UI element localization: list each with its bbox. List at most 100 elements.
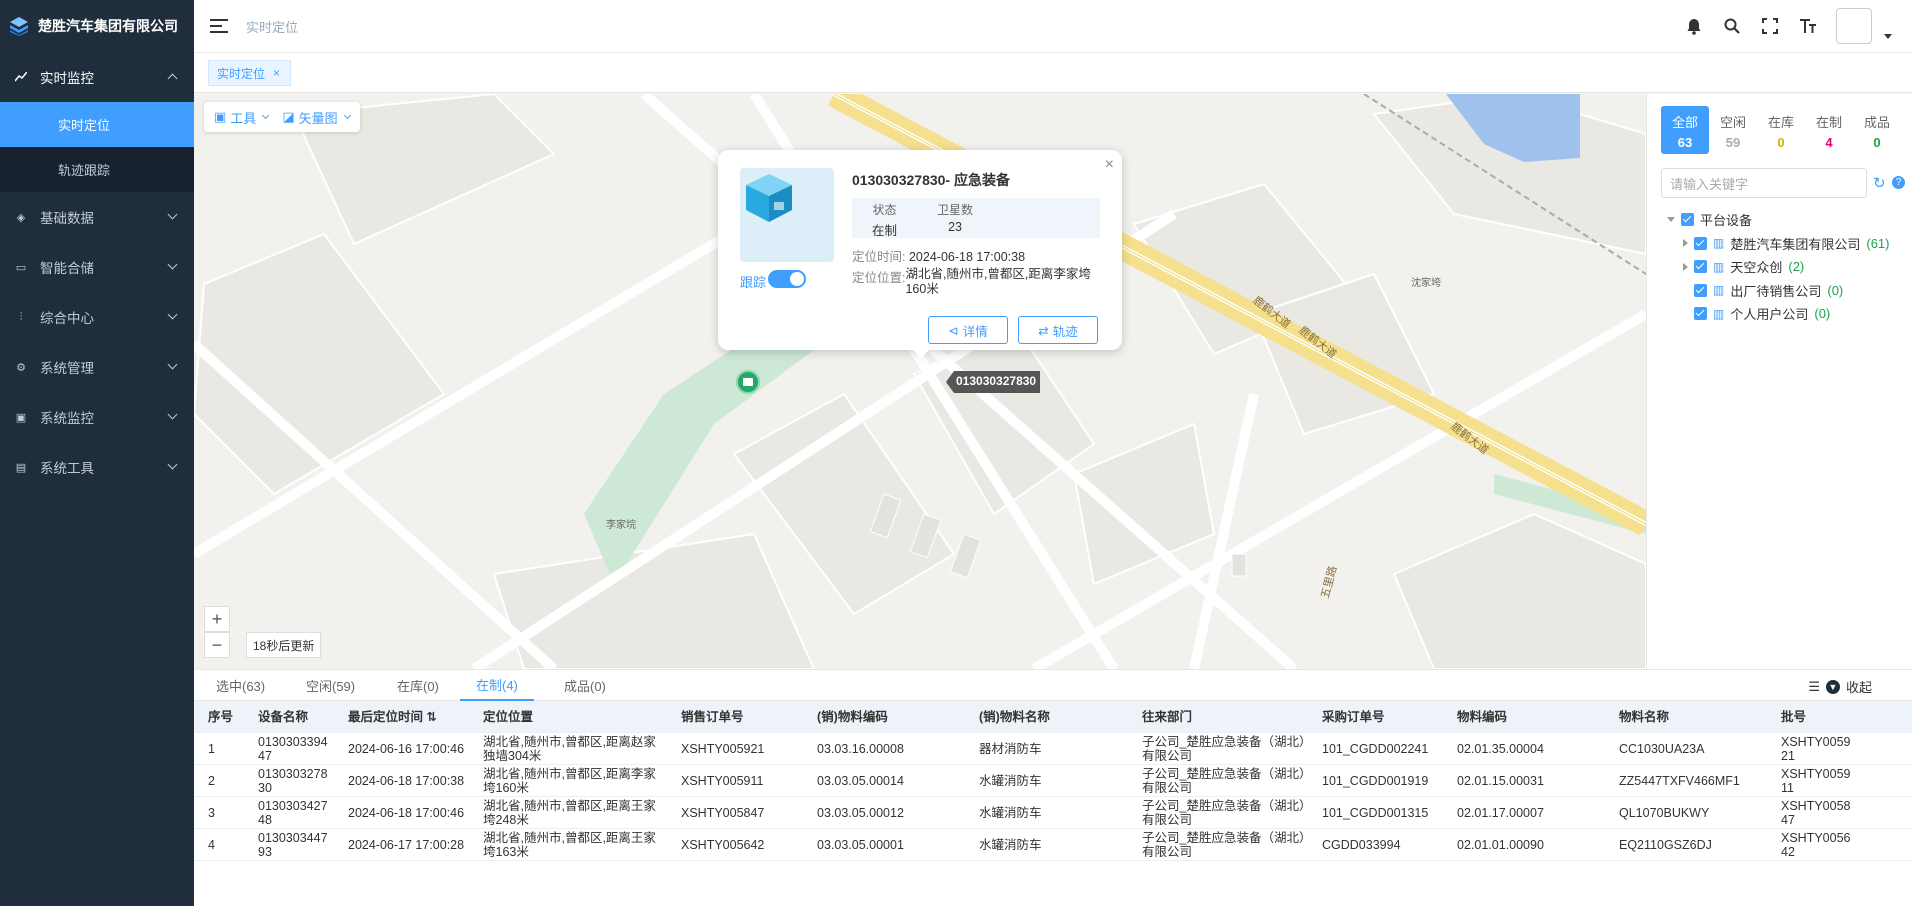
breadcrumb[interactable]: 实时定位	[246, 17, 298, 36]
close-icon[interactable]: ×	[273, 66, 280, 80]
tree-count: (0)	[1814, 306, 1831, 322]
track-button[interactable]: ⇄ 轨迹	[1018, 316, 1098, 344]
sidebar-subitem-track[interactable]: 轨迹跟踪	[0, 147, 194, 192]
cell-location: 湖北省,随州市,曾都区,距离赵家独墙304米	[483, 734, 656, 763]
table-row[interactable]: 2 013030327830 2024-06-18 17:00:38 湖北省,随…	[194, 765, 1912, 797]
chevron-down-icon	[167, 459, 178, 470]
satellite-value: 23	[948, 220, 962, 234]
sidebar-item-label: 系统管理	[40, 361, 94, 376]
tree-count: (61)	[1866, 235, 1890, 251]
sidebar-item-center[interactable]: ⫶ 综合中心	[0, 292, 194, 342]
table-row[interactable]: 3 013030342748 2024-06-18 17:00:46 湖北省,随…	[194, 797, 1912, 829]
expand-icon[interactable]	[1683, 262, 1688, 271]
sidebar-subitem-realtime-location[interactable]: 实时定位	[0, 102, 194, 147]
track-label: 轨迹	[1052, 324, 1078, 339]
detail-label: 详情	[962, 324, 988, 339]
cell-device: 013030327830	[258, 766, 328, 795]
zoom-out-button[interactable]: −	[204, 632, 230, 658]
tab-in-stock[interactable]: 在库(0)	[397, 670, 439, 701]
map-area[interactable]: 沈家垮 李家垸 鹿鹤大道 鹿鹤大道 鹿鹤大道 五里路 ▣ 工具 ◪ 矢量图 × …	[194, 94, 1646, 669]
cell-sales-material-code: 03.03.05.00001	[817, 837, 904, 852]
checkbox[interactable]	[1694, 307, 1707, 321]
fullscreen-icon[interactable]	[1760, 16, 1780, 36]
table-row[interactable]: 1 013030339447 2024-06-16 17:00:46 湖北省,随…	[194, 733, 1912, 765]
col-header: 物料名称	[1619, 709, 1670, 724]
tag-label: 实时定位	[217, 66, 266, 81]
checkbox[interactable]	[1694, 260, 1707, 274]
tab-realtime-location[interactable]: 实时定位 ×	[208, 60, 292, 86]
status-tab-all[interactable]: 全部 63	[1661, 106, 1709, 154]
brand[interactable]: 楚胜汽车集团有限公司	[0, 0, 194, 52]
help-icon[interactable]: ?	[1892, 176, 1905, 189]
status-tab-count: 0	[1777, 135, 1785, 150]
status-key: 状态	[872, 203, 897, 217]
cell-sales-material-code: 03.03.05.00014	[817, 773, 904, 788]
sidebar-item-basic-data[interactable]: ◈ 基础数据	[0, 192, 194, 242]
sidebar-item-label: 系统工具	[40, 461, 94, 476]
cell-sales-material-name: 水罐消防车	[979, 773, 1042, 788]
tab-finished[interactable]: 成品(0)	[564, 670, 606, 701]
checkbox[interactable]	[1681, 213, 1694, 227]
status-tab-finished[interactable]: 成品 0	[1853, 106, 1901, 154]
tree-label: 个人用户公司	[1730, 307, 1809, 323]
bell-icon[interactable]	[1684, 16, 1704, 36]
search-icon[interactable]	[1722, 16, 1742, 36]
cell-sales-order: XSHTY005642	[681, 837, 765, 852]
keyword-search-input[interactable]: 请输入关键字	[1661, 168, 1867, 198]
tree-node[interactable]: ▥ 个人用户公司 (0)	[1661, 302, 1889, 326]
col-header[interactable]: 最后定位时间 ⇅	[334, 710, 469, 724]
cell-purchase-order: 101_CGDD001315	[1322, 805, 1429, 820]
font-size-icon[interactable]	[1798, 16, 1818, 36]
tab-wip[interactable]: 在制(4)	[460, 670, 534, 701]
sidebar-item-system-tools[interactable]: ▤ 系统工具	[0, 442, 194, 492]
avatar[interactable]	[1836, 8, 1872, 44]
status-tab-label: 空闲	[1719, 115, 1746, 130]
tree-label: 平台设备	[1700, 213, 1753, 229]
table-row[interactable]: 4 013030344793 2024-06-17 17:00:28 湖北省,随…	[194, 829, 1912, 861]
satellite-stat: 卫星数 23	[937, 198, 973, 238]
cell-batch: XSHTY005642	[1781, 830, 1851, 859]
close-icon[interactable]: ×	[1105, 156, 1114, 174]
menu-toggle-icon[interactable]	[210, 19, 228, 33]
sidebar-item-realtime-monitor[interactable]: 实时监控	[0, 52, 194, 102]
status-tab-in-stock[interactable]: 在库 0	[1757, 106, 1805, 154]
checkbox[interactable]	[1694, 236, 1707, 250]
time-key: 定位时间:	[852, 250, 906, 264]
tools-dropdown[interactable]: ▣ 工具	[214, 108, 270, 127]
zoom-in-button[interactable]: +	[204, 606, 230, 632]
sidebar-item-system-manage[interactable]: ⚙ 系统管理	[0, 342, 194, 392]
chevron-down-icon: ▼	[1825, 679, 1840, 694]
cell-sales-order: XSHTY005911	[681, 773, 764, 788]
chevron-down-icon	[167, 359, 178, 370]
tree-node[interactable]: ▥ 楚胜汽车集团有限公司 (61)	[1661, 232, 1889, 256]
tree-node[interactable]: ▥ 天空众创 (2)	[1661, 255, 1889, 279]
tab-idle[interactable]: 空闲(59)	[306, 670, 355, 701]
sort-icon[interactable]: ⇅	[427, 710, 437, 724]
location-time: 定位时间: 2024-06-18 17:00:38	[852, 246, 1025, 265]
checkbox[interactable]	[1694, 283, 1707, 297]
status-tab-wip[interactable]: 在制 4	[1805, 106, 1853, 154]
sidebar-item-system-monitor[interactable]: ▣ 系统监控	[0, 392, 194, 442]
status-tab-idle[interactable]: 空闲 59	[1709, 106, 1757, 154]
cell-department: 子公司_楚胜应急装备（湖北）有限公司	[1142, 830, 1306, 859]
sidebar-item-smart-storage[interactable]: ▭ 智能合储	[0, 242, 194, 292]
follow-toggle[interactable]	[768, 270, 806, 288]
layer-dropdown[interactable]: ◪ 矢量图	[282, 108, 351, 127]
tab-selected[interactable]: 选中(63)	[216, 670, 265, 701]
device-marker-icon[interactable]	[736, 370, 760, 394]
refresh-icon[interactable]: ↻	[1873, 174, 1886, 192]
location-address: 定位位置: 湖北省,随州市,曾都区,距离李家垮160米	[852, 267, 1102, 297]
detail-button[interactable]: ⊲ 详情	[928, 316, 1008, 344]
cell-index: 1	[208, 741, 215, 756]
address-key: 定位位置:	[852, 271, 906, 285]
tree-node[interactable]: ▥ 出厂待销售公司 (0)	[1661, 279, 1889, 303]
collapse-button[interactable]: ☰ ▼ 收起	[1808, 677, 1872, 696]
collapse-label: 收起	[1845, 680, 1872, 695]
caret-down-icon[interactable]	[1884, 34, 1892, 39]
expand-icon[interactable]	[1667, 217, 1675, 223]
time-value: 2024-06-18 17:00:38	[908, 250, 1026, 264]
expand-icon[interactable]	[1683, 239, 1688, 248]
brand-logo-icon	[10, 17, 28, 36]
tree-root[interactable]: 平台设备	[1661, 208, 1889, 232]
tree-label: 天空众创	[1730, 260, 1783, 276]
